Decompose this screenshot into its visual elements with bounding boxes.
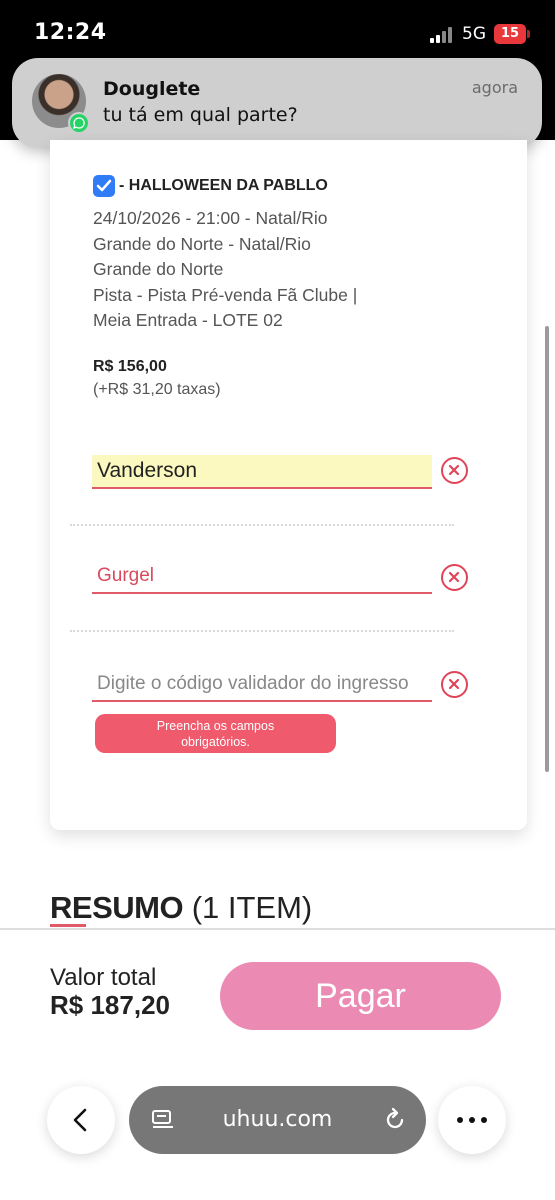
checkout-bar: Valor total R$ 187,20 Pagar uhuu.com xyxy=(0,928,555,1200)
back-button[interactable] xyxy=(47,1086,115,1154)
ticket-checkbox[interactable] xyxy=(93,175,115,197)
total-label: Valor total xyxy=(50,964,157,991)
event-details: 24/10/2026 - 21:00 - Natal/Rio Grande do… xyxy=(93,206,423,334)
clear-first-name-button[interactable] xyxy=(441,457,468,484)
signal-icon xyxy=(430,27,456,43)
summary-underline xyxy=(50,924,86,927)
event-detail-line: Pista - Pista Pré-venda Fã Clube | xyxy=(93,284,358,305)
event-detail-line: Grande do Norte xyxy=(93,259,224,280)
required-fields-error: Preencha os campos obrigatórios. xyxy=(95,714,336,753)
clock: 12:24 xyxy=(34,20,107,45)
event-detail-line: Grande do Norte - Natal/Rio xyxy=(93,233,311,254)
reload-icon xyxy=(386,1107,404,1129)
error-line: Preencha os campos xyxy=(156,719,275,733)
ellipsis-icon xyxy=(457,1117,487,1123)
divider xyxy=(70,630,454,632)
close-icon xyxy=(448,571,460,583)
clear-last-name-button[interactable] xyxy=(441,564,468,591)
notification-message: tu tá em qual parte? xyxy=(103,104,298,126)
validator-code-input[interactable] xyxy=(92,668,432,700)
whatsapp-notification[interactable]: Douglete tu tá em qual parte? agora xyxy=(12,58,542,148)
network-type: 5G xyxy=(462,24,486,44)
error-line: obrigatórios. xyxy=(181,735,250,749)
close-icon xyxy=(448,678,460,690)
first-name-field[interactable] xyxy=(92,455,432,489)
ticket-price: R$ 156,00 xyxy=(93,358,167,375)
divider xyxy=(70,524,454,526)
last-name-input[interactable] xyxy=(92,560,432,592)
battery-icon: 15 xyxy=(494,24,530,44)
total-value: R$ 187,20 xyxy=(50,990,170,1020)
event-title: - HALLOWEEN DA PABLLO xyxy=(119,177,328,194)
scrollbar[interactable] xyxy=(545,326,549,772)
summary-heading: RESUMO (1 ITEM) xyxy=(50,890,312,926)
clear-code-button[interactable] xyxy=(441,671,468,698)
ticket-card: - HALLOWEEN DA PABLLO 24/10/2026 - 21:00… xyxy=(50,140,527,830)
close-icon xyxy=(448,464,460,476)
pay-button[interactable]: Pagar xyxy=(220,962,501,1030)
notification-time: agora xyxy=(471,78,518,97)
first-name-input[interactable] xyxy=(92,455,432,487)
check-icon xyxy=(96,179,112,192)
event-detail-line: Meia Entrada - LOTE 02 xyxy=(93,310,283,331)
ticket-fees: (+R$ 31,20 taxas) xyxy=(93,381,221,398)
summary-title: RESUMO xyxy=(50,890,184,925)
address-bar[interactable]: uhuu.com xyxy=(129,1086,426,1154)
notification-sender: Douglete xyxy=(103,78,201,100)
whatsapp-icon xyxy=(68,112,90,134)
last-name-field[interactable] xyxy=(92,560,432,594)
validator-code-field[interactable] xyxy=(92,668,432,702)
event-detail-line: 24/10/2026 - 21:00 - Natal/Rio xyxy=(93,208,328,228)
more-options-button[interactable] xyxy=(438,1086,506,1154)
chevron-left-icon xyxy=(73,1108,87,1132)
summary-count: (1 ITEM) xyxy=(191,890,313,925)
